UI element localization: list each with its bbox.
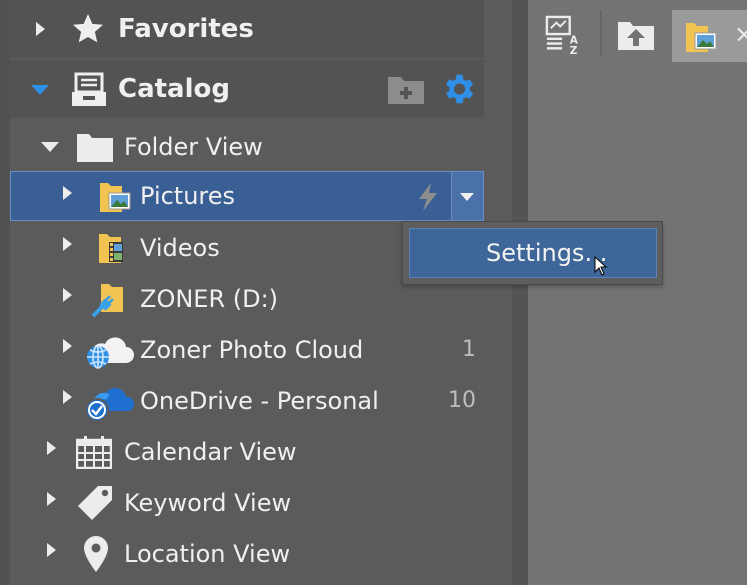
- zoner-cloud-expand-arrow[interactable]: [63, 339, 72, 353]
- favorites-section-header[interactable]: Favorites: [10, 0, 484, 58]
- keyword-view-expand-arrow[interactable]: [47, 492, 56, 506]
- tree-item-keyword-view[interactable]: Keyword View: [10, 478, 484, 528]
- calendar-icon: [76, 436, 112, 469]
- svg-text:Z: Z: [570, 45, 578, 56]
- tree-item-zoner-photo-cloud[interactable]: Zoner Photo Cloud 1: [10, 325, 484, 375]
- cloud-icon: [87, 337, 134, 369]
- lightning-icon[interactable]: [414, 182, 442, 212]
- tree-item-pictures[interactable]: Pictures: [10, 171, 484, 221]
- videos-expand-arrow[interactable]: [63, 237, 72, 251]
- up-folder-button[interactable]: [617, 8, 655, 62]
- pictures-label: Pictures: [140, 182, 236, 210]
- sidebar: Favorites Catalog Folder View Pictures V…: [0, 0, 512, 585]
- settings-menu-item[interactable]: Settings...: [409, 228, 657, 278]
- settings-menu-label: Settings...: [486, 239, 608, 267]
- onedrive-icon: [85, 388, 134, 422]
- pictures-dropdown-menu: Settings...: [402, 221, 663, 285]
- favorites-title: Favorites: [118, 14, 254, 44]
- catalog-drawer-icon: [72, 72, 106, 106]
- add-folder-icon[interactable]: [387, 73, 425, 105]
- main-content-area: [528, 0, 747, 585]
- calendar-view-expand-arrow[interactable]: [47, 441, 56, 455]
- pictures-folder-icon: [100, 183, 131, 212]
- calendar-view-label: Calendar View: [124, 438, 297, 466]
- pictures-dropdown-button[interactable]: [452, 172, 483, 220]
- zoner-cloud-count: 1: [462, 337, 476, 362]
- chevron-down-icon: [460, 193, 474, 201]
- location-view-label: Location View: [124, 540, 291, 568]
- location-view-expand-arrow[interactable]: [47, 543, 56, 557]
- tree-item-folder-view[interactable]: Folder View: [10, 122, 484, 172]
- gear-icon[interactable]: [439, 70, 477, 108]
- onedrive-expand-arrow[interactable]: [63, 390, 72, 404]
- favorites-expand-arrow[interactable]: [30, 0, 50, 58]
- folder-icon: [77, 134, 113, 162]
- tree-item-calendar-view[interactable]: Calendar View: [10, 427, 484, 477]
- videos-label: Videos: [140, 234, 220, 262]
- toolbar-separator: [600, 10, 602, 56]
- star-icon: [73, 14, 103, 43]
- tab-close-icon[interactable]: ×: [734, 20, 747, 48]
- onedrive-label: OneDrive - Personal: [140, 387, 379, 415]
- catalog-section-header[interactable]: Catalog: [10, 60, 484, 118]
- panel-splitter[interactable]: [512, 0, 528, 585]
- tree-item-onedrive[interactable]: OneDrive - Personal 10: [10, 376, 484, 426]
- onedrive-count: 10: [448, 388, 476, 413]
- sort-az-button[interactable]: A Z: [545, 8, 583, 62]
- tab-pictures[interactable]: ×: [672, 10, 747, 62]
- sidebar-edge: [0, 0, 10, 585]
- sort-az-icon: A Z: [545, 15, 579, 56]
- zoner-drive-expand-arrow[interactable]: [63, 288, 72, 302]
- catalog-title: Catalog: [118, 74, 230, 104]
- tree-item-location-view[interactable]: Location View: [10, 529, 484, 579]
- pictures-folder-icon: [686, 23, 717, 52]
- catalog-collapse-arrow[interactable]: [30, 60, 50, 118]
- pictures-expand-arrow[interactable]: [63, 186, 72, 200]
- folder-view-label: Folder View: [124, 133, 263, 161]
- keyword-view-label: Keyword View: [124, 489, 292, 517]
- location-pin-icon: [84, 536, 108, 572]
- zoner-drive-label: ZONER (D:): [140, 285, 279, 313]
- videos-folder-icon: [99, 234, 123, 263]
- tag-icon: [78, 486, 112, 520]
- network-drive-icon: [91, 284, 123, 318]
- folder-view-collapse-arrow[interactable]: [41, 142, 59, 152]
- mouse-cursor-icon: [594, 256, 608, 276]
- up-folder-icon: [618, 22, 654, 50]
- zoner-cloud-label: Zoner Photo Cloud: [140, 336, 364, 364]
